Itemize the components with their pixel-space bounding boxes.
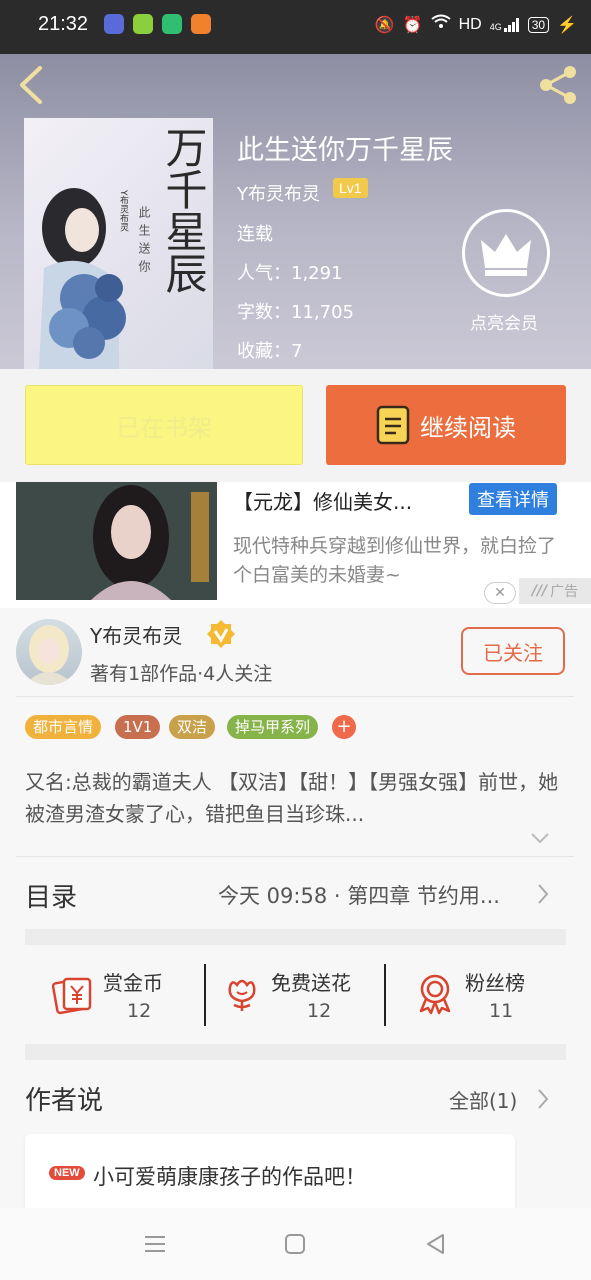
book-popularity: 人气：1,291 [237,263,343,284]
book-word-count: 字数：11,705 [237,302,354,323]
section-gap [25,1044,566,1060]
crown-icon [481,234,531,276]
back-nav-button[interactable] [424,1232,446,1256]
continue-reading-button[interactable]: 继续阅读 [326,385,566,465]
ad-title[interactable]: 【元龙】修仙美女... [233,486,412,515]
signal-icon: 4G [489,17,520,32]
tag-item[interactable]: 1V1 [115,715,161,739]
book-cover[interactable]: 万千星辰 此生送你 Y布灵布灵 [24,118,213,369]
stat-label: 免费送花 [271,971,351,995]
cover-author: Y布灵布灵 [118,190,128,232]
divider [16,856,574,857]
book-icon [376,405,410,445]
cover-title: 万千星辰 [159,126,208,294]
avatar-illustration [24,625,74,685]
flower-icon [222,975,262,1019]
book-favorites: 收藏：7 [237,341,303,362]
author-note-text: 小可爱萌康康孩子的作品吧！ [93,1165,366,1189]
book-author[interactable]: Y布灵布灵 [237,180,320,206]
alarm-icon: ⏰ [402,16,423,34]
signal-label: 4G [489,21,502,32]
stat-value: 12 [127,1000,152,1022]
section-gap [25,929,566,945]
synopsis[interactable]: 又名:总裁的霸道夫人 【双洁】【甜！】【男强女强】前世，她被渣男渣女蒙了心，错把… [25,766,565,830]
home-icon [285,1234,305,1254]
share-icon [540,66,576,104]
ad-illustration [16,482,217,600]
in-bookshelf-label: 已在书架 [116,413,212,442]
stat-label: 粉丝榜 [465,971,525,995]
continue-reading-label: 继续阅读 [420,413,516,442]
mute-icon: 🔕 [374,16,395,34]
battery-level: 30 [531,17,546,32]
wifi-icon [430,14,451,35]
stat-value: 11 [489,1000,514,1022]
app-notification-icon [162,14,182,34]
back-button[interactable] [14,62,48,108]
status-time: 21:32 [38,13,89,35]
ad-description: 现代特种兵穿越到修仙世界，就白捡了个白富美的未婚妻~ [233,535,557,586]
ad-mark-icon: /// [531,583,548,599]
ad-label-text: 广告 [550,584,579,600]
vip-button[interactable] [462,209,550,297]
author-avatar[interactable] [16,619,82,685]
toc-title: 目录 [25,883,78,913]
app-notification-icon [133,14,153,34]
ad-label: /// 广告 [519,578,591,604]
new-badge: NEW [49,1166,85,1180]
app-notification-icon [191,14,211,34]
follow-button[interactable]: 已关注 [461,627,565,675]
ad-details-button[interactable]: 查看详情 [469,483,557,515]
book-title: 此生送你万千星辰 [237,135,453,166]
stat-value: 12 [307,1000,332,1022]
chevron-right-icon [536,1087,550,1115]
divider [16,696,574,697]
battery-icon: 30 [527,16,550,33]
author-info: 著有1部作品·4人关注 [90,663,273,685]
view-all-label: 全部(1) [449,1089,518,1113]
book-status: 连载 [237,224,273,245]
menu-icon [145,1236,165,1252]
back-triangle-icon [427,1234,444,1254]
ad-image[interactable] [16,482,217,600]
expand-button[interactable] [530,830,550,846]
app-notification-icon [104,14,124,34]
tag-item[interactable]: 都市言情 [25,715,102,739]
author-says-title: 作者说 [25,1086,104,1116]
author-name[interactable]: Y布灵布灵 [90,620,182,649]
coin-icon [51,975,94,1019]
in-bookshelf-button[interactable]: 已在书架 [25,385,303,465]
tag-item[interactable]: 掉马甲系列 [227,715,319,739]
close-icon: ✕ [494,585,506,601]
network-type: HD [458,15,482,33]
back-icon [20,66,42,104]
stat-label: 赏金币 [103,971,163,995]
medal-icon [415,973,455,1019]
verified-icon [206,619,236,649]
charging-icon: ⚡ [557,16,577,34]
toc-latest-chapter: 今天 09:58 · 第四章 节约用... [218,884,500,908]
chevron-down-icon [531,833,549,844]
menu-button[interactable] [142,1232,168,1256]
add-tag-button[interactable]: + [332,715,356,739]
ad-close-button[interactable]: ✕ [484,582,516,604]
vip-label: 点亮会员 [470,314,538,334]
follow-label: 已关注 [483,640,543,665]
share-button[interactable] [536,62,582,108]
cover-subtitle: 此生送你 [137,206,151,278]
status-icons: 🔕 ⏰ HD 4G 30 ⚡ [375,14,577,35]
home-button[interactable] [284,1233,306,1255]
status-bar: 21:32 🔕 ⏰ HD 4G 30 ⚡ [0,0,591,54]
author-level-badge: Lv1 [333,178,368,198]
chevron-right-icon [536,882,550,910]
tag-item[interactable]: 双洁 [169,715,216,739]
